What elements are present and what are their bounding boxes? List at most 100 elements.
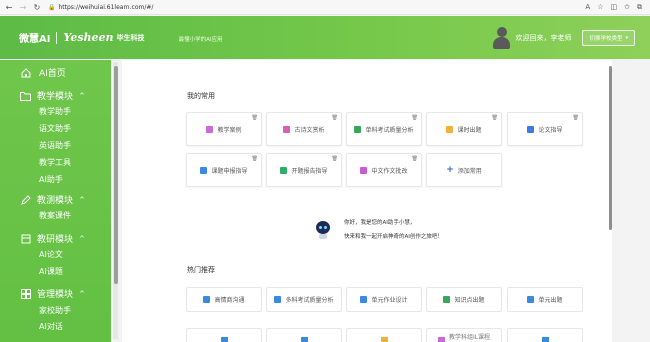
assistant-greeting-line2: 快来和我一起开启神奇的AI创作之旅吧！ [344, 234, 443, 240]
doc-icon [437, 337, 445, 342]
sidebar-item-english-assistant[interactable]: 英语助手 [39, 140, 71, 151]
trash-icon[interactable]: 🗑 [412, 115, 418, 121]
sidebar-item-home[interactable]: AI首页 [20, 66, 66, 79]
favorite-card[interactable]: 课题申报指导 🗑 [186, 153, 262, 187]
trash-icon[interactable]: 🗑 [252, 156, 258, 162]
welcome-text: 欢迎回来，李老师 [515, 33, 572, 42]
sidebar-item-ai-assistant[interactable]: AI助手 [39, 174, 63, 185]
robot-avatar-icon [316, 219, 330, 239]
brand-secondary-cn: 毕生科技 [116, 33, 145, 42]
card-label: 开题报告指导 [291, 167, 328, 175]
card-label: 课题申报指导 [211, 167, 248, 175]
add-favorite-button[interactable]: + 添加常用 [426, 153, 502, 187]
sidebar-item-home-label: AI首页 [39, 69, 66, 79]
refresh-icon[interactable]: ↻ [32, 2, 42, 13]
assistant-greeting-line1: 你好，我是您的AI助手小慧， [344, 220, 416, 226]
hot-card-partial[interactable] [346, 328, 422, 342]
sidebar-item-lesson-plans[interactable]: 教案课件 [39, 210, 71, 221]
sidebar: AI首页 教学模块 ^ 教学助手 语文助手 英语助手 教学工具 AI助手 教测模… [0, 60, 111, 342]
hand-icon [446, 125, 454, 133]
sidebar-item-teaching-assistant[interactable]: 教学助手 [39, 106, 71, 117]
switch-school-type-button[interactable]: 切换学校类型 ▾ [582, 29, 635, 46]
avatar[interactable] [493, 26, 511, 49]
sidebar-group-management[interactable]: 管理模块 ^ [20, 287, 85, 300]
card-label: 知识点出题 [454, 297, 485, 304]
hot-card-partial[interactable]: 教学科组IL课程 [426, 328, 502, 342]
collections-icon[interactable]: ⧉ [637, 3, 642, 12]
trash-icon[interactable]: 🗑 [252, 115, 258, 121]
grid-icon [20, 288, 31, 299]
favorite-card[interactable]: 单科考试质量分析 🗑 [346, 112, 422, 146]
hot-card[interactable]: 高情商沟通 [186, 287, 262, 312]
chevron-up-icon: ^ [79, 289, 85, 298]
trash-icon[interactable]: 🗑 [573, 115, 579, 121]
plus-icon: + [446, 164, 454, 175]
sidebar-group-label: 教研模块 [37, 235, 74, 245]
favorite-card[interactable]: 课时出题 🗑 [426, 112, 502, 146]
chevron-down-icon: ▾ [625, 34, 628, 41]
favorites-icon[interactable]: ✩ [624, 3, 630, 11]
app-header: 微慧AI Yesheen 毕生科技 最懂小学的AI应用 欢迎回来，李老师 切换学… [0, 16, 650, 59]
folder-icon [20, 90, 31, 101]
hot-card[interactable]: 单元作业设计 [346, 287, 422, 312]
knowledge-icon [443, 296, 451, 303]
brand-slogan: 最懂小学的AI应用 [178, 37, 223, 43]
card-label: 论文指导 [538, 126, 563, 134]
doc-icon [300, 337, 308, 342]
chevron-up-icon: ^ [79, 195, 85, 204]
favorite-card[interactable]: 古诗文赏析 🗑 [266, 112, 342, 146]
card-label: 教学案例 [217, 126, 242, 134]
brand-divider [56, 31, 58, 44]
add-favorite-label: 添加常用 [457, 167, 482, 175]
sidebar-item-chinese-assistant[interactable]: 语文助手 [39, 123, 71, 134]
sidebar-scrollbar-thumb[interactable] [114, 66, 118, 284]
hot-card[interactable]: 多科考试质量分析 [266, 287, 342, 312]
address-bar[interactable]: 🔒 https://weihuiai.61learn.com/#/ [48, 4, 153, 11]
sidebar-item-home-school[interactable]: 家校助手 [39, 305, 71, 316]
doc-icon [541, 337, 549, 342]
favorite-card[interactable]: 教学案例 🗑 [186, 112, 262, 146]
split-icon[interactable]: ◫ [611, 3, 618, 11]
favorite-card[interactable]: 开题报告指导 🗑 [266, 153, 342, 187]
home-icon [20, 67, 31, 78]
favorite-card[interactable]: 论文指导 🗑 [507, 112, 583, 146]
hot-card-partial[interactable] [266, 328, 342, 342]
chat-icon [203, 296, 211, 303]
sidebar-group-research[interactable]: 教研模块 ^ [20, 232, 85, 245]
hot-card[interactable]: 单元出题 [507, 287, 583, 312]
hot-card[interactable]: 知识点出题 [426, 287, 502, 312]
hot-card-partial[interactable] [186, 328, 262, 342]
trash-icon[interactable]: 🗑 [412, 156, 418, 162]
trash-icon[interactable]: 🗑 [332, 156, 338, 162]
poem-icon [283, 125, 291, 133]
sidebar-item-ai-chat[interactable]: AI对话 [39, 321, 63, 332]
sidebar-group-testing[interactable]: 教测模块 ^ [20, 193, 85, 206]
card-label: 多科考试质量分析 [285, 297, 334, 304]
sidebar-group-label: 管理模块 [37, 290, 74, 300]
homework-icon [360, 296, 368, 303]
brand-primary[interactable]: 微慧AI [19, 30, 50, 45]
star-icon[interactable]: ☆ [597, 3, 603, 11]
card-label: 古诗文赏析 [294, 126, 325, 134]
browser-toolbar: ← → ↻ 🔒 https://weihuiai.61learn.com/#/ … [0, 0, 650, 15]
reader-icon[interactable]: A [585, 3, 590, 11]
main-scrollbar-thumb[interactable] [609, 66, 612, 230]
hot-title: 热门推荐 [187, 266, 215, 274]
forward-icon[interactable]: → [18, 2, 28, 13]
sidebar-item-ai-topic[interactable]: AI课题 [39, 266, 63, 277]
url-text: https://weihuiai.61learn.com/#/ [58, 3, 154, 11]
favorites-title: 我的常用 [187, 92, 215, 100]
analysis-icon [274, 296, 282, 303]
sidebar-item-teaching-tools[interactable]: 教学工具 [39, 157, 71, 168]
trash-icon[interactable]: 🗑 [332, 115, 338, 121]
favorite-card[interactable]: 中文作文批改 🗑 [346, 153, 422, 187]
hot-card-partial[interactable] [507, 328, 583, 342]
sidebar-item-ai-paper[interactable]: AI论文 [39, 249, 63, 260]
card-label: 单元出题 [538, 297, 563, 304]
sidebar-group-teaching[interactable]: 教学模块 ^ [20, 89, 85, 102]
sidebar-group-label: 教测模块 [37, 196, 74, 206]
lock-icon: 🔒 [48, 3, 56, 11]
book-icon [200, 166, 208, 174]
back-icon[interactable]: ← [4, 2, 14, 13]
trash-icon[interactable]: 🗑 [492, 115, 498, 121]
